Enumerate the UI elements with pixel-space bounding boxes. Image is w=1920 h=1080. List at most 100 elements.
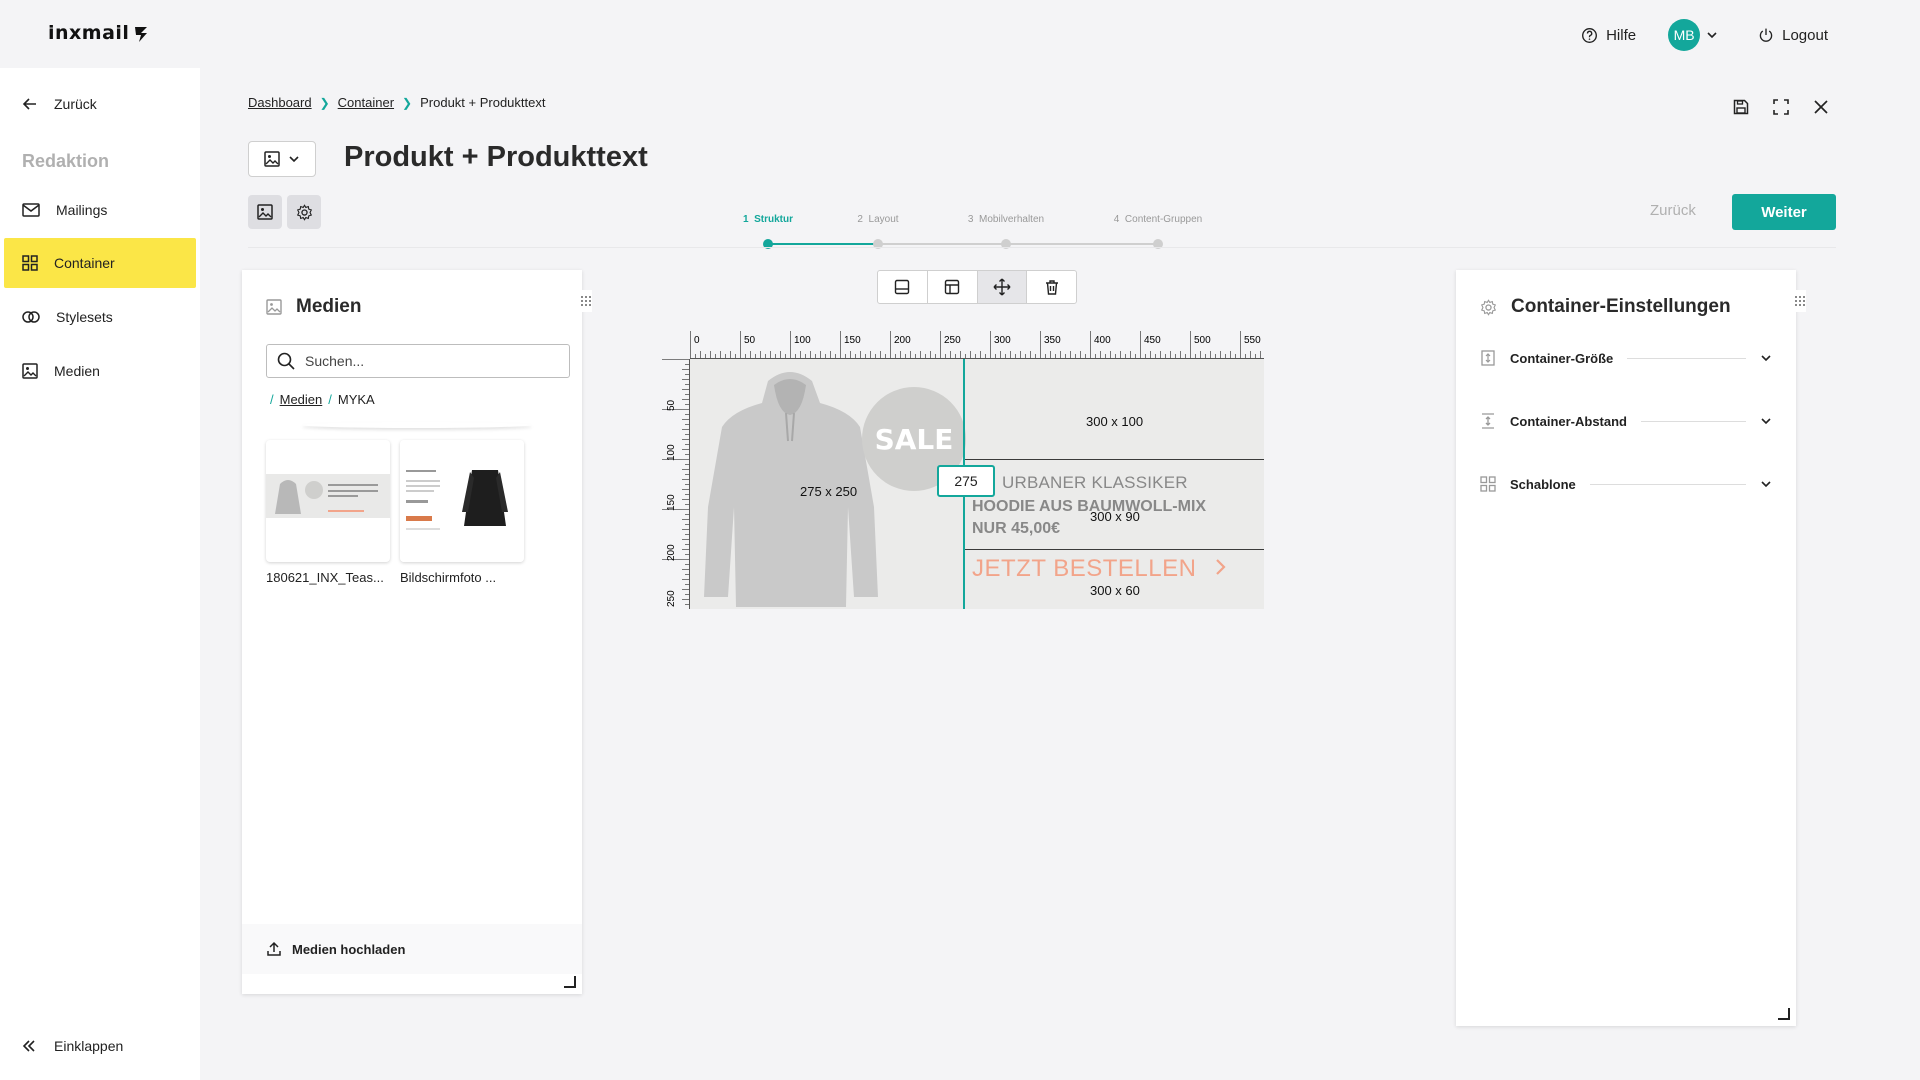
step-label: Struktur: [754, 214, 794, 225]
top-bar: INXMAIL Hilfe MB Logout: [0, 0, 1920, 68]
folder-current: MYKA: [337, 392, 375, 407]
search-field: [266, 344, 570, 378]
setting-label: Schablone: [1510, 476, 1576, 492]
divider: [248, 247, 1836, 248]
step-struktur[interactable]: 1 Struktur: [743, 214, 793, 225]
close-icon[interactable]: [1812, 98, 1830, 116]
media-thumbnail[interactable]: [400, 440, 524, 562]
setting-container-spacing[interactable]: Container-Abstand: [1480, 409, 1772, 433]
settings-panel-header: Container-Einstellungen: [1480, 296, 1731, 318]
split-horizontal-icon[interactable]: [878, 271, 928, 303]
help-button[interactable]: Hilfe: [1581, 27, 1636, 44]
horizontal-splitter[interactable]: [965, 549, 1264, 550]
divider: [1589, 483, 1746, 485]
resize-handle-icon[interactable]: [1778, 1008, 1790, 1020]
logout-label: Logout: [1782, 26, 1828, 44]
chevron-down-icon: [1761, 481, 1771, 488]
image-icon: [264, 151, 280, 167]
column-width-input[interactable]: 275: [937, 465, 995, 497]
setting-template[interactable]: Schablone: [1480, 472, 1772, 496]
save-icon[interactable]: [1732, 98, 1750, 116]
upload-media-button[interactable]: Medien hochladen: [242, 924, 582, 974]
ruler-label: 500: [1194, 335, 1211, 346]
cell-size-label: 275 x 250: [800, 484, 858, 499]
logo-mark-icon: [135, 26, 148, 42]
media-panel-toggle-button[interactable]: [248, 195, 282, 229]
back-button[interactable]: Zurück: [1650, 202, 1696, 219]
sidebar-back-label: Zurück: [54, 96, 97, 112]
ruler-label: 150: [666, 494, 677, 511]
ruler-label: 250: [666, 590, 677, 607]
ruler-label: 50: [666, 399, 677, 411]
search-input[interactable]: [305, 353, 545, 369]
sidebar-item-label: Container: [54, 255, 115, 271]
fullscreen-icon[interactable]: [1772, 98, 1790, 116]
breadcrumb-container[interactable]: Container: [338, 95, 394, 110]
ruler-label: 100: [666, 444, 677, 461]
split-layout-icon[interactable]: [928, 271, 978, 303]
divider: [1627, 357, 1746, 359]
logout-button[interactable]: Logout: [1758, 27, 1828, 44]
banner-subtitle: URBANER KLASSIKER: [1002, 473, 1188, 492]
chevron-right-icon: ❯: [319, 95, 330, 110]
help-icon: [1582, 27, 1598, 43]
step-content-gruppen[interactable]: 4 Content-Gruppen: [1114, 214, 1202, 225]
help-label: Hilfe: [1606, 26, 1637, 44]
drag-handle-icon[interactable]: [580, 290, 592, 312]
banner-cta-label: JETZT BESTELLEN: [972, 555, 1197, 582]
cell-size-label: 300 x 60: [1090, 583, 1140, 598]
next-button[interactable]: Weiter: [1732, 194, 1836, 230]
cell-size-label: 300 x 100: [1086, 414, 1144, 429]
chevron-right-icon: [1215, 559, 1226, 575]
image-icon: [22, 363, 38, 379]
media-panel-header: Medien: [266, 296, 361, 318]
setting-container-size[interactable]: Container-Größe: [1480, 346, 1772, 370]
sidebar-back-button[interactable]: Zurück: [22, 96, 97, 112]
step-number: 3: [967, 214, 974, 225]
sidebar-item-stylesets[interactable]: Stylesets: [4, 292, 196, 342]
container-type-select[interactable]: [248, 141, 316, 177]
avatar: MB: [1668, 19, 1701, 51]
sidebar-collapse-button[interactable]: Einklappen: [22, 1038, 123, 1054]
sidebar-collapse-label: Einklappen: [54, 1038, 124, 1054]
sidebar-section-title: Redaktion: [22, 151, 110, 171]
step-mobilverhalten[interactable]: 3 Mobilverhalten: [968, 214, 1044, 225]
divider: [302, 422, 532, 428]
upload-icon: [267, 941, 281, 956]
upload-label: Medien hochladen: [292, 941, 406, 957]
ruler-label: 50: [744, 335, 756, 346]
cell-size-label: 300 x 90: [1090, 509, 1140, 524]
resize-handle-icon[interactable]: [564, 976, 576, 988]
sidebar-item-label: Mailings: [56, 202, 108, 218]
move-icon[interactable]: [977, 271, 1028, 303]
step-label: Content-Gruppen: [1124, 214, 1203, 225]
grid-icon: [22, 255, 38, 271]
sidebar-item-label: Stylesets: [56, 309, 113, 325]
mail-icon: [22, 203, 40, 217]
media-thumbnail[interactable]: [266, 440, 390, 562]
settings-panel-title: Container-Einstellungen: [1511, 296, 1731, 317]
drag-handle-icon[interactable]: [1794, 290, 1806, 312]
settings-panel-toggle-button[interactable]: [287, 195, 321, 229]
step-number: 2: [857, 214, 863, 225]
folder-path: / Medien / MYKA: [270, 392, 375, 407]
chevron-down-icon: [1761, 355, 1771, 362]
step-label: Layout: [868, 214, 899, 225]
image-icon: [257, 204, 273, 220]
breadcrumb-dashboard[interactable]: Dashboard: [248, 95, 312, 110]
trash-icon[interactable]: [1027, 271, 1076, 303]
settings-panel: Container-Einstellungen Container-Größe …: [1456, 270, 1806, 1026]
size-icon: [1480, 350, 1496, 366]
folder-link-medien[interactable]: Medien: [280, 392, 323, 407]
breadcrumb-current: Produkt + Produkttext: [420, 95, 546, 110]
horizontal-splitter[interactable]: [965, 459, 1264, 460]
app-logo[interactable]: INXMAIL: [48, 22, 151, 44]
sidebar-item-mailings[interactable]: Mailings: [4, 185, 196, 235]
sidebar-item-container[interactable]: Container: [4, 238, 196, 288]
step-layout[interactable]: 2 Layout: [857, 214, 898, 225]
sidebar-item-medien[interactable]: Medien: [4, 346, 196, 396]
chevron-down-icon: [289, 156, 299, 163]
user-menu[interactable]: MB: [1668, 19, 1718, 51]
ruler-horizontal: 0 50 100 150 200 250 300 350 400 450 500…: [690, 331, 1264, 359]
step-label: Mobilverhalten: [979, 214, 1045, 225]
